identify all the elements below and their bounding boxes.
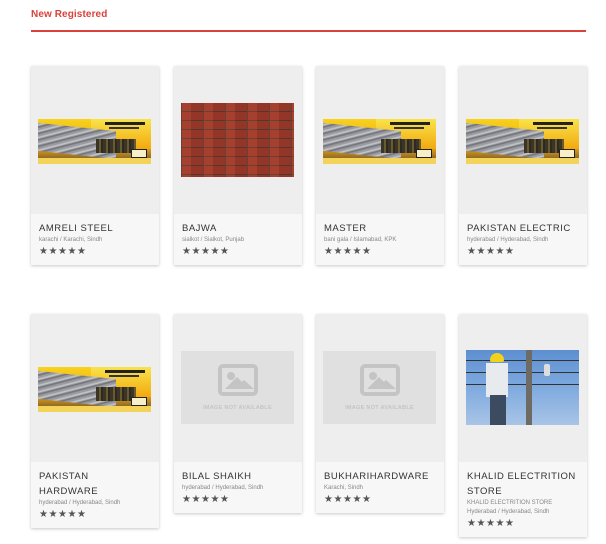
star-icon: ★: [352, 494, 362, 505]
store-image[interactable]: [31, 66, 159, 214]
store-name[interactable]: KHALID ELECTRITION STORE: [467, 469, 579, 499]
star-icon: ★: [505, 246, 514, 257]
star-icon: ★: [58, 509, 67, 520]
star-icon: ★: [220, 494, 229, 505]
star-icon: ★: [67, 246, 77, 257]
star-icon: ★: [39, 246, 48, 257]
star-icon: ★: [58, 246, 67, 257]
star-icon: ★: [201, 246, 210, 257]
image-not-available-label: IMAGE NOT AVAILABLE: [345, 405, 414, 411]
star-rating: ★ ★ ★ ★ ★: [324, 495, 436, 505]
store-card[interactable]: PAKISTAN ELECTRIC hyderabad / Hyderabad,…: [459, 66, 587, 265]
store-card[interactable]: BAJWA sialkot / Sialkot, Punjab ★ ★ ★ ★ ★: [174, 66, 302, 265]
store-card[interactable]: AMRELI STEEL karachi / Karachi, Sindh ★ ★…: [31, 66, 159, 265]
star-icon: ★: [486, 518, 495, 529]
brick-wall-image: [181, 103, 294, 177]
image-placeholder-icon: [360, 364, 400, 396]
store-name[interactable]: BUKHARIHARDWARE: [324, 469, 436, 484]
star-icon: ★: [505, 518, 514, 529]
section-title: New Registered: [31, 9, 108, 20]
star-rating: ★ ★ ★ ★ ★: [39, 247, 151, 257]
star-rating: ★ ★ ★ ★ ★: [182, 495, 294, 505]
store-location: hyderabad / Hyderabad, Sindh: [467, 237, 549, 243]
star-icon: ★: [324, 246, 333, 257]
star-rating: ★ ★ ★ ★ ★: [324, 247, 436, 257]
steel-banner-image: [323, 119, 436, 164]
star-icon: ★: [324, 494, 333, 505]
star-icon: ★: [182, 494, 191, 505]
star-icon: ★: [362, 494, 371, 505]
image-placeholder: IMAGE NOT AVAILABLE: [323, 351, 436, 424]
star-icon: ★: [220, 246, 229, 257]
store-image[interactable]: [316, 66, 444, 214]
store-name[interactable]: MASTER: [324, 221, 436, 236]
store-location: Karachi, Sindh: [324, 485, 364, 491]
store-location: Hyderabad / Hyderabad, Sindh: [467, 509, 550, 515]
star-icon: ★: [362, 246, 371, 257]
star-icon: ★: [201, 494, 210, 505]
store-card[interactable]: PAKISTAN HARDWARE hyderabad / Hyderabad,…: [31, 314, 159, 528]
star-icon: ★: [48, 509, 58, 520]
star-icon: ★: [486, 246, 495, 257]
star-icon: ★: [191, 494, 201, 505]
store-location: hyderabad / Hyderabad, Sindh: [39, 500, 121, 506]
store-location: karachi / Karachi, Sindh: [39, 237, 103, 243]
store-location: bani gala / Islamabad, KPK: [324, 237, 397, 243]
store-location: sialkot / Sialkot, Punjab: [182, 237, 245, 243]
star-icon: ★: [333, 246, 343, 257]
store-name[interactable]: BAJWA: [182, 221, 294, 236]
star-icon: ★: [182, 246, 191, 257]
star-icon: ★: [39, 509, 48, 520]
star-icon: ★: [495, 246, 505, 257]
image-not-available-label: IMAGE NOT AVAILABLE: [203, 405, 272, 411]
store-image[interactable]: [174, 66, 302, 214]
star-rating: ★ ★ ★ ★ ★: [467, 247, 579, 257]
store-image[interactable]: [31, 314, 159, 462]
store-image[interactable]: [459, 314, 587, 462]
image-placeholder-icon: [218, 364, 258, 396]
star-icon: ★: [77, 509, 86, 520]
store-name[interactable]: PAKISTAN HARDWARE: [39, 469, 119, 499]
store-card[interactable]: KHALID ELECTRITION STORE KHALID ELECTRIT…: [459, 314, 587, 537]
star-icon: ★: [476, 518, 486, 529]
store-name[interactable]: PAKISTAN ELECTRIC: [467, 221, 579, 236]
star-icon: ★: [352, 246, 362, 257]
store-image[interactable]: IMAGE NOT AVAILABLE: [174, 314, 302, 462]
star-icon: ★: [210, 246, 220, 257]
star-icon: ★: [467, 246, 476, 257]
star-rating: ★ ★ ★ ★ ★: [39, 510, 151, 520]
store-image[interactable]: [459, 66, 587, 214]
store-name[interactable]: BILAL SHAIKH: [182, 469, 294, 484]
steel-banner-image: [38, 367, 151, 412]
star-icon: ★: [495, 518, 505, 529]
store-card[interactable]: MASTER bani gala / Islamabad, KPK ★ ★ ★ ★ ★: [316, 66, 444, 265]
steel-banner-image: [466, 119, 579, 164]
star-icon: ★: [67, 509, 77, 520]
section-divider: [31, 30, 586, 32]
image-placeholder: IMAGE NOT AVAILABLE: [181, 351, 294, 424]
star-icon: ★: [191, 246, 201, 257]
star-icon: ★: [476, 246, 486, 257]
star-icon: ★: [210, 494, 220, 505]
star-icon: ★: [467, 518, 476, 529]
star-icon: ★: [343, 494, 352, 505]
star-icon: ★: [343, 246, 352, 257]
star-icon: ★: [77, 246, 86, 257]
star-icon: ★: [333, 494, 343, 505]
star-rating: ★ ★ ★ ★ ★: [182, 247, 294, 257]
store-card[interactable]: IMAGE NOT AVAILABLE BUKHARIHARDWARE Kara…: [316, 314, 444, 513]
store-location: hyderabad / Hyderabad, Sindh: [182, 485, 264, 491]
store-image[interactable]: IMAGE NOT AVAILABLE: [316, 314, 444, 462]
steel-banner-image: [38, 119, 151, 164]
star-icon: ★: [48, 246, 58, 257]
store-subtitle: KHALID ELECTRITION STORE: [467, 500, 553, 506]
electrician-photo: [466, 350, 579, 425]
store-name[interactable]: AMRELI STEEL: [39, 221, 151, 236]
store-card[interactable]: IMAGE NOT AVAILABLE BILAL SHAIKH hyderab…: [174, 314, 302, 513]
star-rating: ★ ★ ★ ★ ★: [467, 519, 579, 529]
